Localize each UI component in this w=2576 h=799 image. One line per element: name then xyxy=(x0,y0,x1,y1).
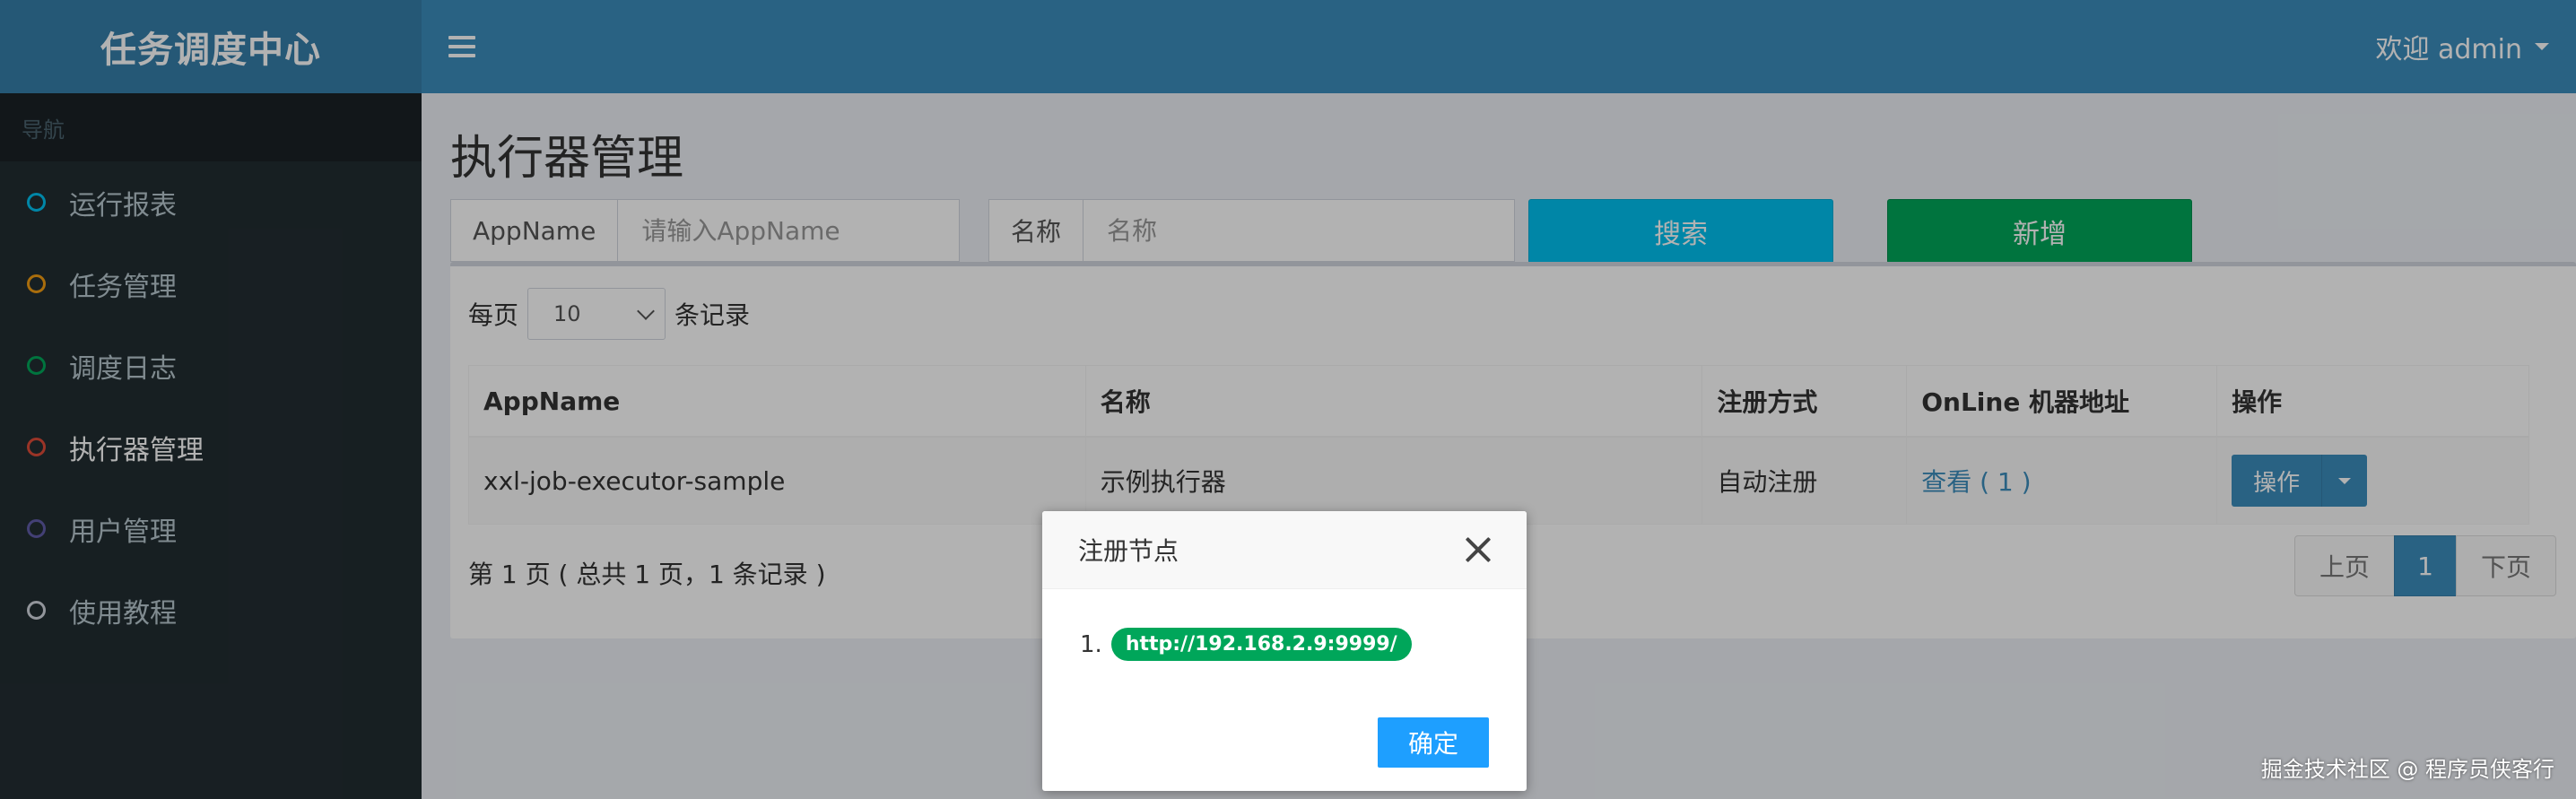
modal-body: 1. http://192.168.2.9:9999/ xyxy=(1080,628,1412,661)
list-index: 1. xyxy=(1080,630,1102,658)
modal-header: 注册节点 xyxy=(1042,511,1527,589)
register-nodes-modal: 注册节点 1. http://192.168.2.9:9999/ 确定 xyxy=(1042,511,1527,791)
close-icon[interactable] xyxy=(1466,537,1491,562)
address-badge: http://192.168.2.9:9999/ xyxy=(1110,628,1412,661)
modal-title: 注册节点 xyxy=(1078,536,1179,566)
watermark: 掘金技术社区 @ 程序员侠客行 xyxy=(2260,757,2554,782)
confirm-button[interactable]: 确定 xyxy=(1378,717,1489,768)
